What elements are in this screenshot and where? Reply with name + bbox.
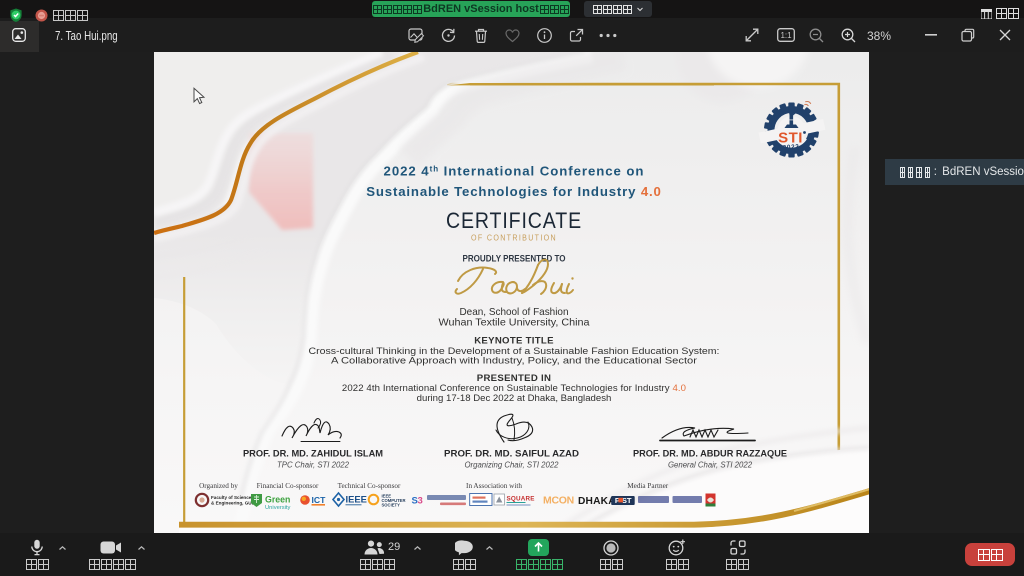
svg-text:3: 3 (418, 496, 423, 507)
svg-text:A Collaborative Approach with: A Collaborative Approach with Industry, … (331, 356, 698, 367)
svg-text:PROF. DR. MD. SAIFUL AZAD: PROF. DR. MD. SAIFUL AZAD (444, 449, 579, 459)
svg-text:IEEE: IEEE (346, 494, 367, 505)
svg-text:DHAKA: DHAKA (578, 496, 616, 507)
svg-text:2022 4th International Confer: 2022 4th International Conference on (384, 164, 645, 179)
svg-text:MCON: MCON (543, 495, 574, 507)
svg-text:& Engineering, GUB: & Engineering, GUB (211, 501, 256, 506)
svg-text:1:1: 1:1 (780, 31, 792, 40)
svg-text:Green: Green (265, 495, 290, 505)
svg-text:2022: 2022 (783, 143, 800, 151)
svg-text:Technical Co-sponsor: Technical Co-sponsor (338, 482, 401, 490)
svg-text:PROF. DR. MD. ABDUR RAZZAQUE: PROF. DR. MD. ABDUR RAZZAQUE (633, 449, 787, 459)
svg-text:ICT: ICT (312, 495, 327, 505)
svg-text:General Chair, STI 2022: General Chair, STI 2022 (668, 461, 753, 470)
svg-text:SOCIETY: SOCIETY (382, 503, 401, 508)
svg-text:PROUDLY PRESENTED TO: PROUDLY PRESENTED TO (463, 254, 566, 264)
svg-text:Financial Co-sponsor: Financial Co-sponsor (257, 482, 319, 490)
svg-text:PROF. DR. MD. ZAHIDUL ISLAM: PROF. DR. MD. ZAHIDUL ISLAM (243, 449, 383, 459)
svg-text:SQUARE: SQUARE (507, 496, 535, 503)
svg-text:Dean, School of Fashion: Dean, School of Fashion (460, 307, 569, 318)
svg-text:CERTIFICATE: CERTIFICATE (446, 208, 582, 233)
svg-text:Organizing Chair, STI 2022: Organizing Chair, STI 2022 (464, 461, 559, 470)
svg-text:OF CONTRIBUTION: OF CONTRIBUTION (471, 234, 557, 243)
svg-text:University: University (265, 505, 291, 511)
svg-text:Media Partner: Media Partner (627, 482, 669, 490)
svg-text:Faculty of Science: Faculty of Science (211, 495, 252, 500)
svg-text:Wuhan Textile University, Chin: Wuhan Textile University, China (439, 318, 590, 329)
svg-text:TPC Chair, STI 2022: TPC Chair, STI 2022 (277, 461, 350, 470)
svg-text:P ST: P ST (615, 496, 632, 505)
svg-text:Sustainable Technologies for I: Sustainable Technologies for Industry 4.… (366, 184, 661, 199)
svg-text:KEYNOTE TITLE: KEYNOTE TITLE (474, 336, 554, 347)
svg-text:In Association with: In Association with (466, 482, 522, 490)
svg-text:Organized by: Organized by (199, 482, 238, 490)
svg-text:during 17-18 Dec 2022 at Dhaka: during 17-18 Dec 2022 at Dhaka, Banglade… (417, 393, 612, 404)
